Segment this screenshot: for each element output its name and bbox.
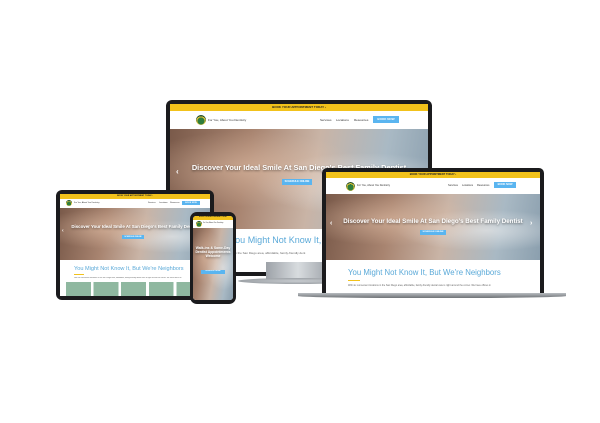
brand-name: For You, About You Dentistry [203, 223, 224, 224]
logo-icon [66, 200, 72, 206]
phone: BOOK YOUR APPOINTMENT TODAY For You, Abo… [190, 212, 236, 304]
nav-services[interactable]: Services [320, 118, 332, 122]
section-underline [74, 274, 84, 275]
book-now-button[interactable]: BOOK NOW [182, 201, 200, 205]
nav-locations[interactable]: Locations [462, 184, 473, 187]
nav-locations[interactable]: Locations [336, 118, 349, 122]
book-now-button[interactable]: BOOK NOW [494, 182, 516, 188]
logo-icon [196, 115, 206, 125]
section-title: You Might Not Know It, But We're Neighbo… [348, 268, 501, 277]
site-header: For You, About You Dentistry Services Lo… [170, 111, 428, 130]
hero-banner: ‹ › Discover Your Ideal Smile At San Die… [326, 194, 540, 260]
site-header: For You, About You Dentistry Services Lo… [326, 178, 540, 195]
tablet-screen: BOOK YOUR APPOINTMENT TODAY › For You, A… [60, 194, 210, 296]
nav-services[interactable]: Services [448, 184, 458, 187]
laptop-base [298, 293, 566, 298]
hero-banner: ‹ › Discover Your Ideal Smile At San Die… [60, 208, 210, 260]
laptop-screen: BOOK YOUR APPOINTMENT TODAY › For You, A… [326, 172, 540, 294]
schedule-online-button[interactable]: SCHEDULE ONLINE [420, 230, 446, 235]
nav-resources[interactable]: Resources [170, 202, 180, 204]
schedule-online-button[interactable]: SCHEDULE ONLINE [122, 235, 144, 239]
phone-screen: BOOK YOUR APPOINTMENT TODAY For You, Abo… [193, 216, 233, 300]
hero-banner: Walk-ins & Same-Day Dentist Appointments… [193, 228, 233, 300]
hero-title: Discover Your Ideal Smile At San Diego's… [71, 224, 199, 229]
hero-title: Discover Your Ideal Smile At San Diego's… [343, 218, 523, 225]
brand-name: For You, About You Dentistry [208, 118, 247, 122]
brand-name: For You, About You Dentistry [74, 202, 100, 204]
section-underline [348, 280, 360, 281]
nav-services[interactable]: Services [148, 202, 156, 204]
intro-paragraph: With six convenient locations in the San… [348, 284, 491, 287]
schedule-online-button[interactable]: SCHEDULE ONLINE [282, 179, 312, 185]
brand-name: For You, About You Dentistry [357, 184, 391, 187]
mobile-hero-title: Walk-ins & Same-Day Dentist Appointments… [195, 246, 231, 259]
nav-locations[interactable]: Locations [159, 202, 168, 204]
location-cards [66, 282, 204, 296]
logo-icon [196, 221, 202, 227]
announcement-bar[interactable]: BOOK YOUR APPOINTMENT TODAY › [170, 104, 428, 111]
intro-paragraph: With six convenient locations in the San… [74, 277, 182, 279]
laptop: BOOK YOUR APPOINTMENT TODAY › For You, A… [322, 168, 544, 294]
logo-icon [346, 182, 355, 191]
book-now-button[interactable]: BOOK NOW [373, 116, 399, 123]
nav-resources[interactable]: Resources [477, 184, 489, 187]
nav-resources[interactable]: Resources [354, 118, 368, 122]
section-title: You Might Not Know It, But We're Neighbo… [74, 266, 184, 272]
schedule-online-button[interactable]: SCHEDULE ONLINE [201, 270, 225, 274]
